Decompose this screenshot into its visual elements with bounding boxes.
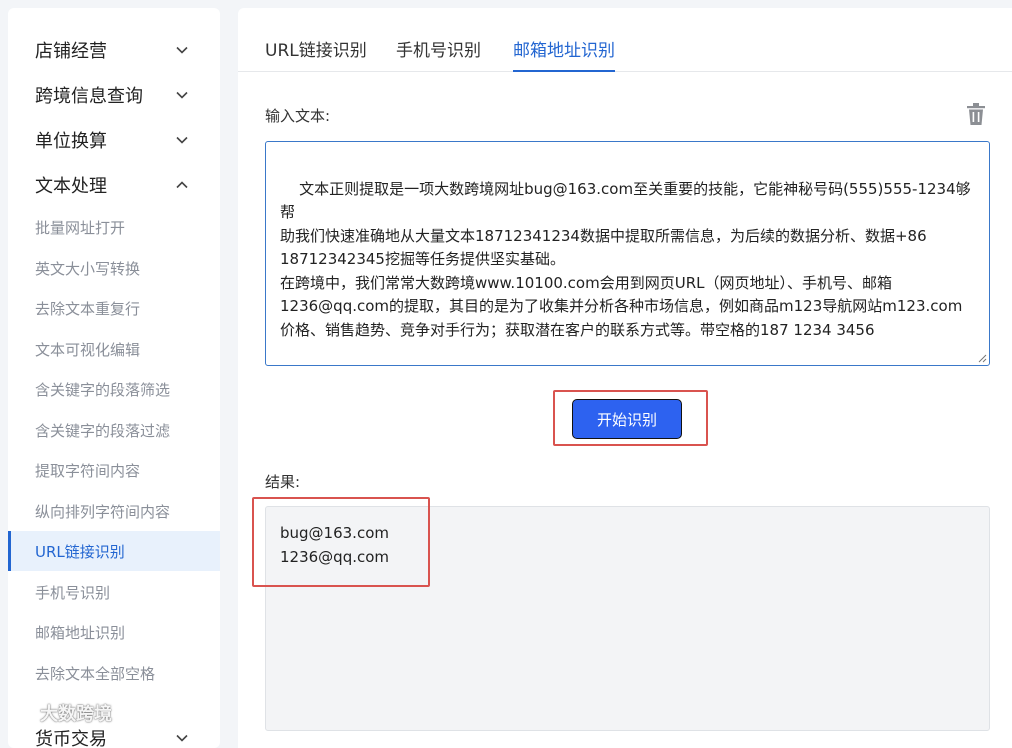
input-text: 文本正则提取是一项大数跨境网址bug@163.com至关重要的技能，它能神秘号码… <box>280 179 971 339</box>
chevron-down-icon <box>174 730 190 746</box>
sidebar-group-label: 文本处理 <box>35 176 107 197</box>
trash-icon[interactable] <box>965 102 987 126</box>
chevron-up-icon <box>174 177 190 193</box>
sidebar-item-dedupe[interactable]: 去除文本重复行 <box>8 288 220 328</box>
sidebar-item-email-detect[interactable]: 邮箱地址识别 <box>8 612 220 652</box>
sidebar-group-label: 店铺经营 <box>35 41 107 62</box>
sidebar-group-units[interactable]: 单位换算 <box>8 120 220 160</box>
tab-phone-detect[interactable]: 手机号识别 <box>396 36 481 72</box>
sidebar-group-text[interactable]: 文本处理 <box>8 165 220 205</box>
sidebar-group-label: 单位换算 <box>35 131 107 152</box>
sidebar-item-vertical-between[interactable]: 纵向排列字符间内容 <box>8 491 220 531</box>
watermark-text: 大数跨境 <box>40 704 112 725</box>
sidebar-group-label: 货币交易 <box>35 729 107 748</box>
sidebar-item-remove-spaces[interactable]: 去除文本全部空格 <box>8 653 220 693</box>
sidebar: 店铺经营 跨境信息查询 单位换算 文本处理 批量网址打开 英文大小写转换 去除文… <box>8 8 220 748</box>
tab-bar: URL链接识别 手机号识别 邮箱地址识别 <box>238 8 1012 72</box>
main-panel: URL链接识别 手机号识别 邮箱地址识别 输入文本: 文本正则提取是一项大数跨境… <box>238 8 1012 748</box>
watermark: 大数跨境 <box>8 700 112 726</box>
sidebar-item-case-convert[interactable]: 英文大小写转换 <box>8 248 220 288</box>
chevron-down-icon <box>174 42 190 58</box>
result-label: 结果: <box>265 473 301 491</box>
input-label: 输入文本: <box>265 107 331 125</box>
sidebar-item-keyword-filter[interactable]: 含关键字的段落筛选 <box>8 369 220 409</box>
chevron-down-icon <box>174 87 190 103</box>
sidebar-group-label: 跨境信息查询 <box>35 86 143 107</box>
chevron-down-icon <box>174 132 190 148</box>
brand-logo-icon <box>8 704 34 722</box>
sidebar-item-url-detect[interactable]: URL链接识别 <box>8 531 220 571</box>
sidebar-item-extract-between[interactable]: 提取字符间内容 <box>8 450 220 490</box>
result-highlight-box <box>252 497 430 587</box>
resize-handle-icon[interactable] <box>977 353 987 363</box>
sidebar-group-store[interactable]: 店铺经营 <box>8 30 220 70</box>
sidebar-group-crossborder[interactable]: 跨境信息查询 <box>8 75 220 115</box>
tab-email-detect[interactable]: 邮箱地址识别 <box>513 36 615 72</box>
input-textarea[interactable]: 文本正则提取是一项大数跨境网址bug@163.com至关重要的技能，它能神秘号码… <box>265 141 990 366</box>
sidebar-item-phone-detect[interactable]: 手机号识别 <box>8 572 220 612</box>
sidebar-item-batch-open[interactable]: 批量网址打开 <box>8 207 220 247</box>
tab-url-detect[interactable]: URL链接识别 <box>265 36 367 72</box>
start-recognize-button[interactable]: 开始识别 <box>572 399 682 439</box>
sidebar-item-keyword-exclude[interactable]: 含关键字的段落过滤 <box>8 410 220 450</box>
sidebar-item-visual-edit[interactable]: 文本可视化编辑 <box>8 329 220 369</box>
